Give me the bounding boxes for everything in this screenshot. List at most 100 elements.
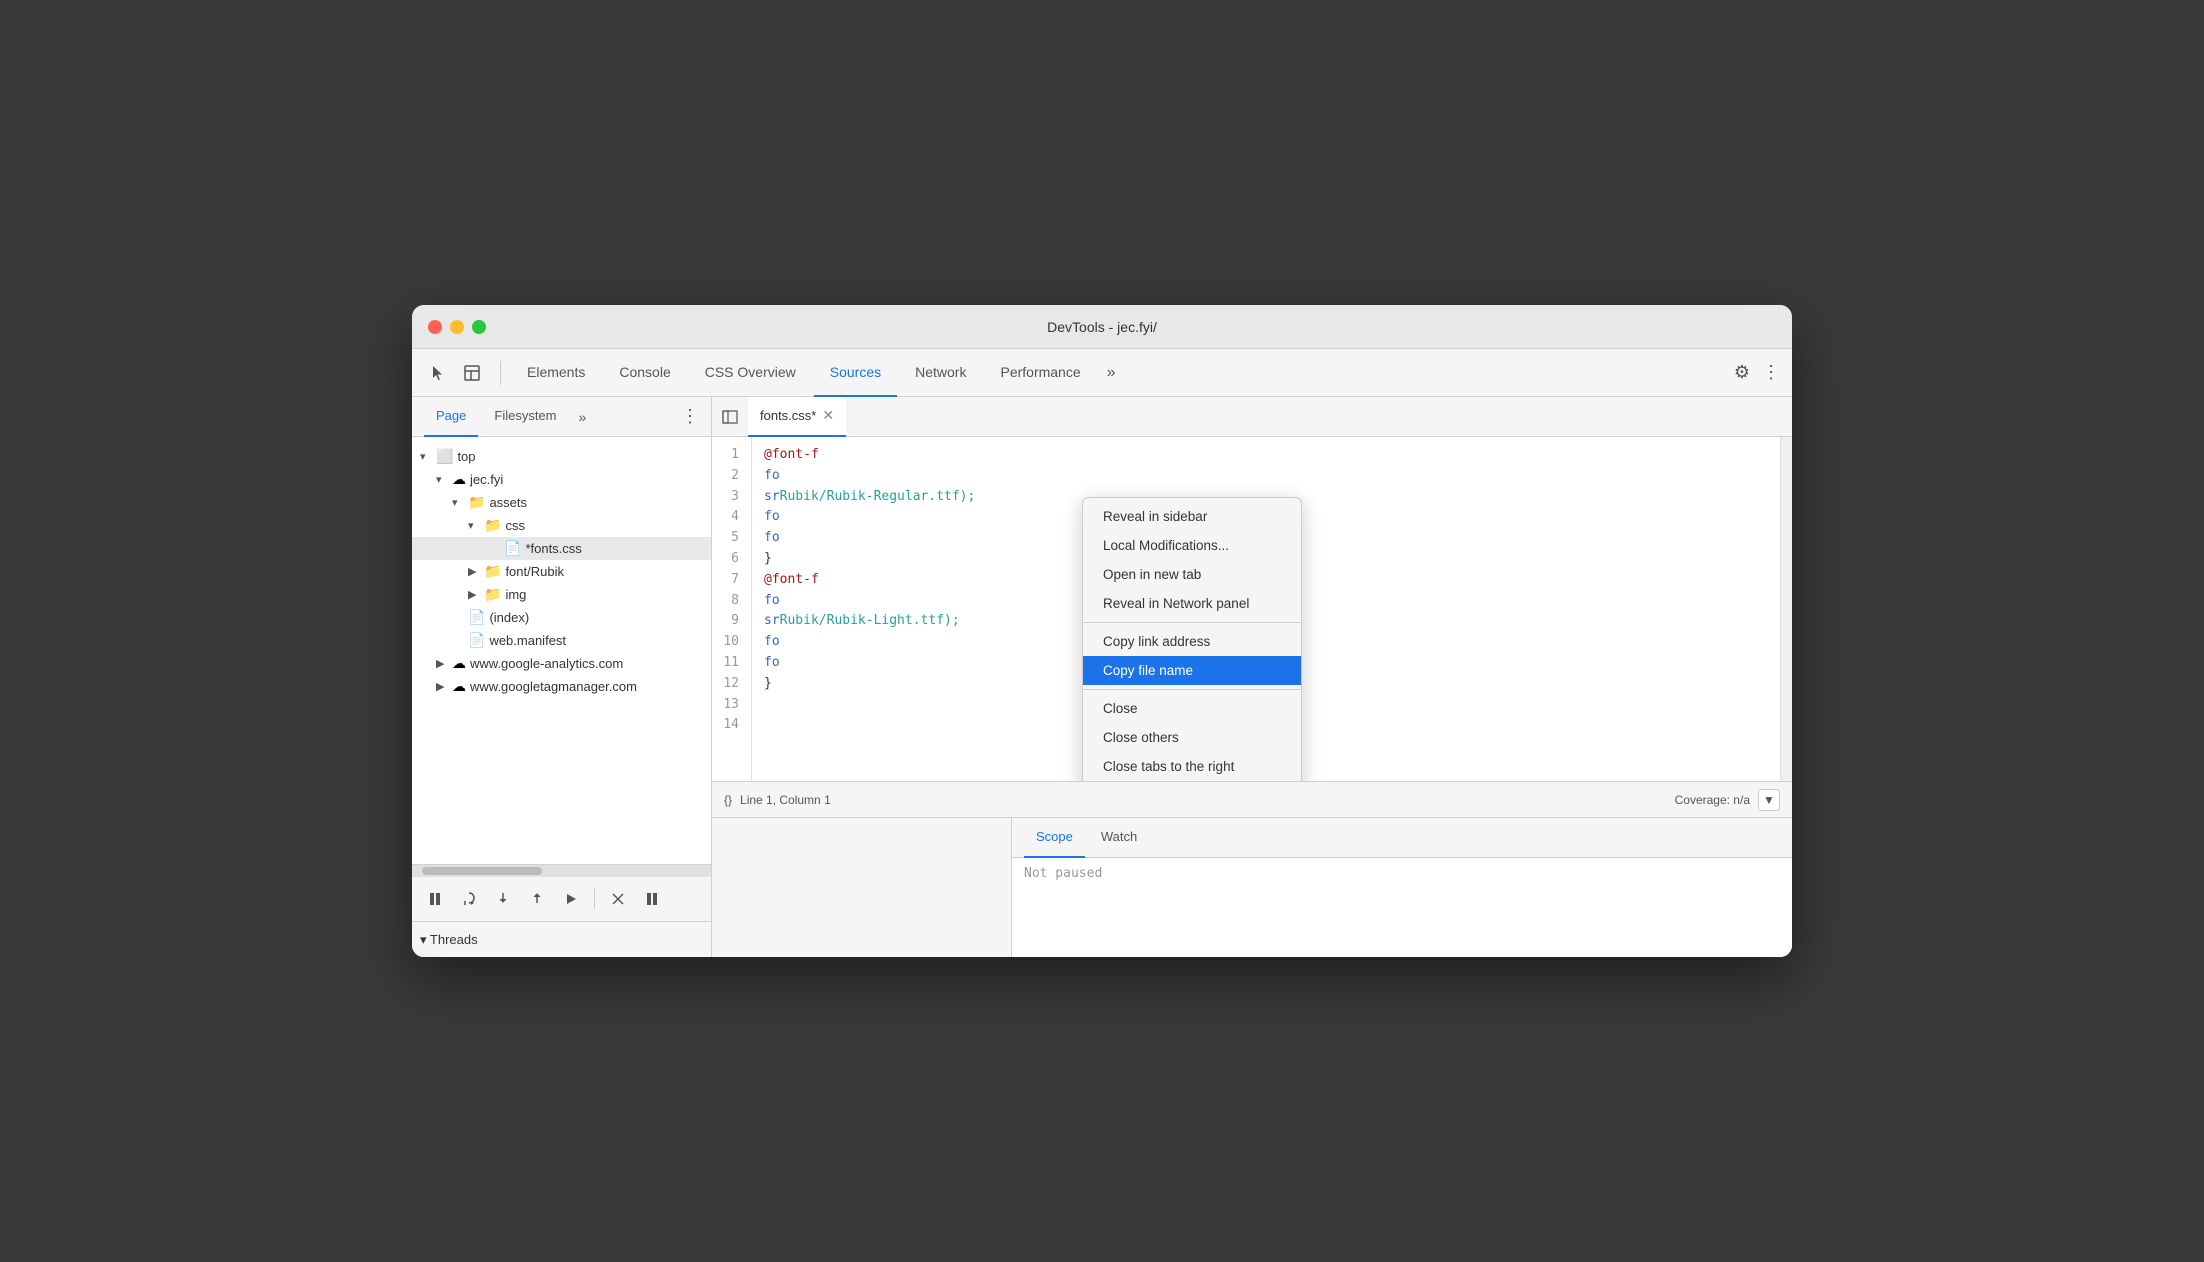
more-menu-icon[interactable]: ⋮ xyxy=(1762,362,1780,383)
devtools-window: DevTools - jec.fyi/ Elements Console CSS… xyxy=(412,305,1792,957)
tree-item-css[interactable]: ▾ 📁 css xyxy=(412,514,711,537)
tab-css-overview[interactable]: CSS Overview xyxy=(689,349,812,397)
tab-sources[interactable]: Sources xyxy=(814,349,897,397)
context-menu-close[interactable]: Close xyxy=(1083,694,1301,723)
panel-tab-dots[interactable]: ⋮ xyxy=(681,406,699,427)
context-menu-reveal-network[interactable]: Reveal in Network panel xyxy=(1083,589,1301,618)
dock-icon[interactable] xyxy=(458,359,486,387)
editor-tab-fonts-css[interactable]: fonts.css* ✕ xyxy=(748,397,846,437)
step-over-button[interactable] xyxy=(458,888,480,910)
tab-close-button[interactable]: ✕ xyxy=(822,407,834,424)
debugger-toolbar xyxy=(412,877,711,921)
context-menu-reveal-sidebar[interactable]: Reveal in sidebar xyxy=(1083,502,1301,531)
tree-item-manifest[interactable]: 📄 web.manifest xyxy=(412,629,711,652)
tree-item-index[interactable]: 📄 (index) xyxy=(412,606,711,629)
coverage-button[interactable]: ▼ xyxy=(1758,789,1780,811)
tab-more-button[interactable]: » xyxy=(1099,360,1124,386)
tree-arrow: ▾ xyxy=(452,496,468,509)
pause-exceptions-button[interactable] xyxy=(641,888,663,910)
left-panel: Page Filesystem » ⋮ ▾ ⬜ top ▾ xyxy=(412,397,712,957)
bottom-panel: Scope Watch Not paused xyxy=(712,817,1792,957)
panel-tab-bar: Page Filesystem » ⋮ xyxy=(412,397,711,437)
deactivate-button[interactable] xyxy=(607,888,629,910)
tab-network[interactable]: Network xyxy=(899,349,982,397)
line-numbers: 1 2 3 4 5 6 7 8 9 10 11 12 13 14 xyxy=(712,437,752,781)
context-menu-separator-2 xyxy=(1083,689,1301,690)
editor-tab-bar: fonts.css* ✕ xyxy=(712,397,1792,437)
pause-button[interactable] xyxy=(424,888,446,910)
title-bar: DevTools - jec.fyi/ xyxy=(412,305,1792,349)
tab-page[interactable]: Page xyxy=(424,397,478,437)
tree-item-top[interactable]: ▾ ⬜ top xyxy=(412,445,711,468)
context-menu: Reveal in sidebar Local Modifications...… xyxy=(1082,497,1302,781)
traffic-lights xyxy=(428,320,486,334)
tree-item-img[interactable]: ▶ 📁 img xyxy=(412,583,711,606)
tree-arrow: ▾ xyxy=(420,450,436,463)
bottom-tab-bar: Scope Watch xyxy=(1012,818,1792,858)
folder-icon: 📁 xyxy=(484,586,501,603)
file-tree: ▾ ⬜ top ▾ ☁ jec.fyi ▾ 📁 assets xyxy=(412,437,711,864)
close-button[interactable] xyxy=(428,320,442,334)
toolbar-divider xyxy=(594,889,595,909)
bottom-right-panel: Scope Watch Not paused xyxy=(1012,818,1792,957)
tab-scope[interactable]: Scope xyxy=(1024,818,1085,858)
frame-icon: ⬜ xyxy=(436,448,453,465)
context-menu-close-right[interactable]: Close tabs to the right xyxy=(1083,752,1301,781)
tab-watch[interactable]: Watch xyxy=(1089,818,1149,858)
status-bar: {} Line 1, Column 1 Coverage: n/a ▼ xyxy=(712,781,1792,817)
tree-arrow: ▾ xyxy=(468,519,484,532)
tab-console[interactable]: Console xyxy=(603,349,686,397)
context-menu-close-others[interactable]: Close others xyxy=(1083,723,1301,752)
tree-item-assets[interactable]: ▾ 📁 assets xyxy=(412,491,711,514)
context-menu-local-mods[interactable]: Local Modifications... xyxy=(1083,531,1301,560)
status-bar-right: Coverage: n/a ▼ xyxy=(1675,789,1780,811)
code-area: 1 2 3 4 5 6 7 8 9 10 11 12 13 14 @font-f xyxy=(712,437,1792,781)
context-menu-copy-link[interactable]: Copy link address xyxy=(1083,627,1301,656)
scrollbar-thumb xyxy=(422,867,542,875)
tree-arrow: ▾ xyxy=(436,473,452,486)
tree-item-gtm[interactable]: ▶ ☁ www.googletagmanager.com xyxy=(412,675,711,698)
vertical-scrollbar[interactable] xyxy=(1780,437,1792,781)
maximize-button[interactable] xyxy=(472,320,486,334)
horizontal-scrollbar[interactable] xyxy=(412,865,711,877)
context-menu-copy-filename[interactable]: Copy file name xyxy=(1083,656,1301,685)
code-line-1: @font-f xyxy=(764,445,1768,466)
cloud-icon: ☁ xyxy=(452,655,466,672)
code-line-2: fo xyxy=(764,466,1768,487)
settings-icon[interactable]: ⚙ xyxy=(1734,362,1750,383)
main-tab-bar: Elements Console CSS Overview Sources Ne… xyxy=(412,349,1792,397)
coverage-label: Coverage: n/a xyxy=(1675,793,1750,807)
tree-arrow: ▶ xyxy=(468,565,484,578)
tree-arrow: ▶ xyxy=(436,680,452,693)
sidebar-toggle-button[interactable] xyxy=(716,403,744,431)
minimize-button[interactable] xyxy=(450,320,464,334)
context-menu-open-new-tab[interactable]: Open in new tab xyxy=(1083,560,1301,589)
tree-item-fonts-css[interactable]: 📄 *fonts.css xyxy=(412,537,711,560)
format-toggle[interactable]: {} xyxy=(724,793,732,807)
folder-icon: 📁 xyxy=(484,563,501,580)
bottom-left-panel xyxy=(712,818,1012,957)
folder-icon: 📁 xyxy=(468,494,485,511)
right-panel: fonts.css* ✕ 1 2 3 4 5 6 7 8 9 10 11 xyxy=(712,397,1792,957)
tab-filesystem[interactable]: Filesystem xyxy=(482,397,568,437)
context-menu-separator-1 xyxy=(1083,622,1301,623)
tree-item-font-rubik[interactable]: ▶ 📁 font/Rubik xyxy=(412,560,711,583)
bottom-content: Not paused xyxy=(1012,858,1792,957)
tree-item-analytics[interactable]: ▶ ☁ www.google-analytics.com xyxy=(412,652,711,675)
tree-item-jec[interactable]: ▾ ☁ jec.fyi xyxy=(412,468,711,491)
step-button[interactable] xyxy=(560,888,582,910)
css-file-icon: 📄 xyxy=(504,540,521,557)
main-content: Page Filesystem » ⋮ ▾ ⬜ top ▾ xyxy=(412,397,1792,957)
left-panel-bottom: ▾ Threads xyxy=(412,864,711,957)
tree-arrow: ▶ xyxy=(436,657,452,670)
tab-elements[interactable]: Elements xyxy=(511,349,601,397)
tab-performance[interactable]: Performance xyxy=(984,349,1096,397)
window-title: DevTools - jec.fyi/ xyxy=(1047,319,1157,335)
folder-icon: 📁 xyxy=(484,517,501,534)
tab-bar-right: ⚙ ⋮ xyxy=(1734,362,1780,383)
step-into-button[interactable] xyxy=(492,888,514,910)
panel-tab-more[interactable]: » xyxy=(573,407,593,427)
cursor-icon[interactable] xyxy=(424,359,452,387)
step-out-button[interactable] xyxy=(526,888,548,910)
threads-row[interactable]: ▾ Threads xyxy=(412,921,711,957)
